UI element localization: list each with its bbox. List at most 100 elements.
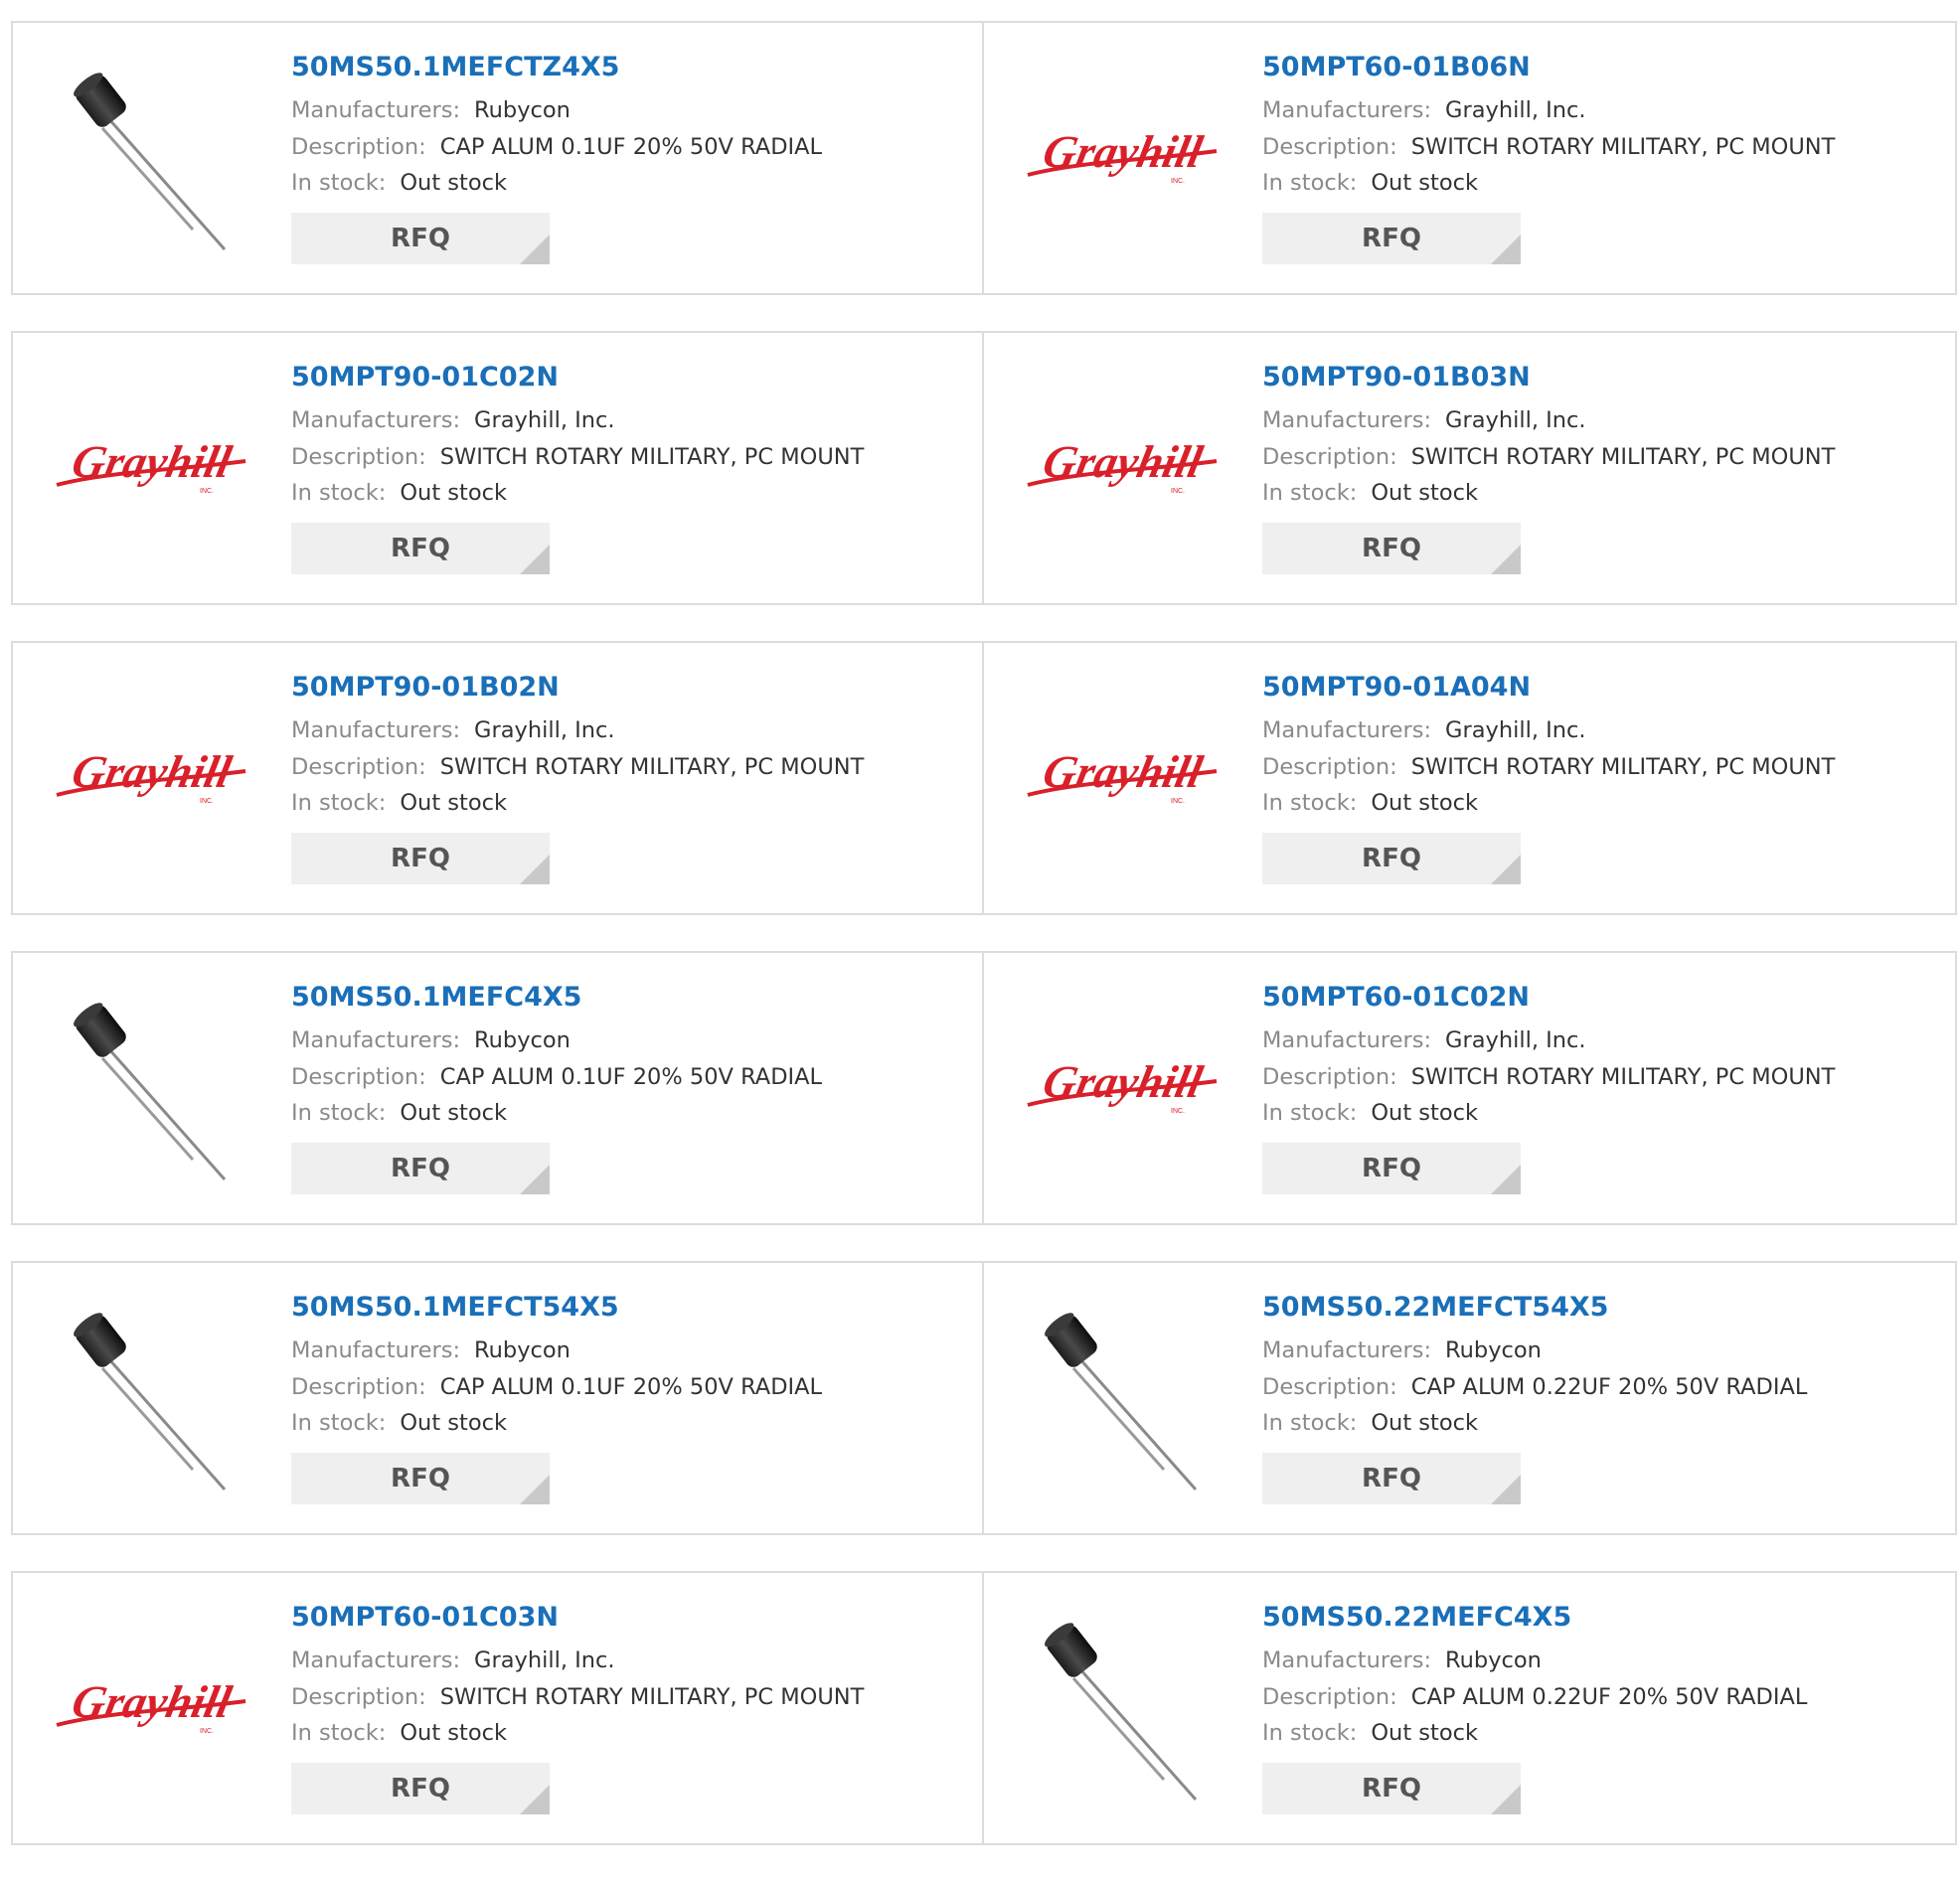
grayhill-logo: GrayhillINC. [56,1677,246,1735]
rfq-button[interactable]: RFQ [291,1453,550,1504]
description-label: Description: [1262,134,1397,160]
product-image[interactable] [51,59,249,257]
grayhill-logo-text: Grayhill [1039,127,1207,177]
description-label: Description: [1262,444,1397,470]
rfq-button[interactable]: RFQ [291,833,550,884]
description-value: SWITCH ROTARY MILITARY, PC MOUNT [439,754,865,780]
rfq-label: RFQ [391,224,450,253]
rfq-button[interactable]: RFQ [291,1143,550,1194]
svg-text:INC.: INC. [1171,178,1185,185]
grayhill-logo-text: Grayhill [68,747,236,797]
product-image[interactable] [51,989,249,1187]
part-number-link[interactable]: 50MS50.22MEFC4X5 [1262,1601,1945,1635]
product-image[interactable] [1022,1299,1221,1497]
product-info: 50MPT90-01B02N Manufacturers: Grayhill, In… [291,671,972,884]
part-number-link[interactable]: 50MS50.1MEFCTZ4X5 [291,51,972,84]
rfq-label: RFQ [1362,844,1421,873]
description-field: Description: CAP ALUM 0.22UF 20% 50V RADI… [1262,1683,1945,1711]
part-number-link[interactable]: 50MPT90-01C02N [291,361,972,394]
stock-value: Out stock [1371,480,1478,506]
stock-value: Out stock [400,1720,507,1746]
description-value: CAP ALUM 0.22UF 20% 50V RADIAL [1410,1684,1808,1710]
rfq-button[interactable]: RFQ [1262,213,1521,264]
description-label: Description: [291,444,426,470]
rfq-button[interactable]: RFQ [291,1763,550,1814]
capacitor-image [74,1003,227,1180]
product-image[interactable]: Grayhill INC. [1022,59,1221,257]
rfq-label: RFQ [1362,1774,1421,1803]
product-image[interactable]: Grayhill INC. [51,369,249,567]
stock-field: In stock: Out stock [291,1409,972,1437]
product-info: 50MPT90-01A04N Manufacturers: Grayhill, In… [1262,671,1945,884]
product-card: 50MS50.1MEFCT54X5 Manufacturers: Rubycon De… [11,1261,984,1535]
grayhill-logo: GrayhillINC. [1027,437,1218,495]
product-image[interactable] [1022,1609,1221,1807]
stock-value: Out stock [400,170,507,196]
rfq-button[interactable]: RFQ [1262,1763,1521,1814]
rfq-label: RFQ [1362,224,1421,253]
manufacturer-field: Manufacturers: Rubycon [1262,1646,1945,1674]
manufacturer-value: Grayhill, Inc. [474,717,615,743]
rfq-corner-decoration [520,1165,550,1194]
rfq-button[interactable]: RFQ [1262,523,1521,574]
description-value: SWITCH ROTARY MILITARY, PC MOUNT [1410,134,1836,160]
description-label: Description: [291,1374,426,1400]
part-number-link[interactable]: 50MPT60-01C02N [1262,981,1945,1015]
product-image[interactable]: Grayhill INC. [1022,989,1221,1187]
stock-label: In stock: [1262,790,1358,816]
description-label: Description: [1262,1684,1397,1710]
product-image[interactable]: Grayhill INC. [1022,369,1221,567]
product-image[interactable]: Grayhill INC. [1022,679,1221,877]
manufacturer-value: Grayhill, Inc. [1445,717,1586,743]
grayhill-logo: GrayhillINC. [56,747,246,805]
part-number-link[interactable]: 50MS50.1MEFC4X5 [291,981,972,1015]
rfq-button[interactable]: RFQ [1262,1143,1521,1194]
stock-label: In stock: [291,1410,387,1436]
rfq-label: RFQ [391,1774,450,1803]
description-value: SWITCH ROTARY MILITARY, PC MOUNT [439,1684,865,1710]
grayhill-logo: GrayhillINC. [56,437,246,495]
stock-value: Out stock [400,1100,507,1126]
product-info: 50MS50.1MEFC4X5 Manufacturers: Rubycon Desc… [291,981,972,1194]
manufacturer-value: Rubycon [474,1027,571,1053]
rfq-button[interactable]: RFQ [291,523,550,574]
description-value: SWITCH ROTARY MILITARY, PC MOUNT [1410,754,1836,780]
manufacturer-field: Manufacturers: Grayhill, Inc. [1262,716,1945,744]
description-label: Description: [1262,1064,1397,1090]
product-image[interactable] [51,1299,249,1497]
manufacturer-value: Rubycon [474,1337,571,1363]
stock-value: Out stock [1371,790,1478,816]
description-label: Description: [1262,1374,1397,1400]
product-image[interactable]: Grayhill INC. [51,1609,249,1807]
stock-value: Out stock [400,1410,507,1436]
part-number-link[interactable]: 50MPT90-01B02N [291,671,972,705]
product-image[interactable]: Grayhill INC. [51,679,249,877]
part-number-link[interactable]: 50MPT60-01C03N [291,1601,972,1635]
manufacturer-field: Manufacturers: Grayhill, Inc. [291,716,972,744]
part-number-link[interactable]: 50MS50.22MEFCT54X5 [1262,1291,1945,1325]
stock-field: In stock: Out stock [291,789,972,817]
capacitor-image [1045,1313,1198,1490]
manufacturer-value: Grayhill, Inc. [1445,407,1586,433]
product-card: 50MS50.1MEFCTZ4X5 Manufacturers: Rubycon De… [11,21,984,295]
rfq-label: RFQ [391,844,450,873]
rfq-label: RFQ [391,534,450,563]
manufacturer-label: Manufacturers: [1262,407,1432,433]
rfq-button[interactable]: RFQ [291,213,550,264]
part-number-link[interactable]: 50MPT60-01B06N [1262,51,1945,84]
description-field: Description: SWITCH ROTARY MILITARY, PC M… [1262,753,1945,781]
stock-field: In stock: Out stock [1262,1099,1945,1127]
description-field: Description: CAP ALUM 0.1UF 20% 50V RADIA… [291,1063,972,1091]
part-number-link[interactable]: 50MPT90-01A04N [1262,671,1945,705]
description-field: Description: SWITCH ROTARY MILITARY, PC M… [291,1683,972,1711]
rfq-label: RFQ [1362,534,1421,563]
part-number-link[interactable]: 50MS50.1MEFCT54X5 [291,1291,972,1325]
rfq-button[interactable]: RFQ [1262,1453,1521,1504]
rfq-button[interactable]: RFQ [1262,833,1521,884]
part-number-link[interactable]: 50MPT90-01B03N [1262,361,1945,394]
stock-field: In stock: Out stock [291,1719,972,1747]
svg-text:INC.: INC. [200,798,214,805]
stock-field: In stock: Out stock [291,169,972,197]
rfq-label: RFQ [391,1154,450,1183]
product-row: 50MS50.1MEFCTZ4X5 Manufacturers: Rubycon De… [11,21,1957,295]
